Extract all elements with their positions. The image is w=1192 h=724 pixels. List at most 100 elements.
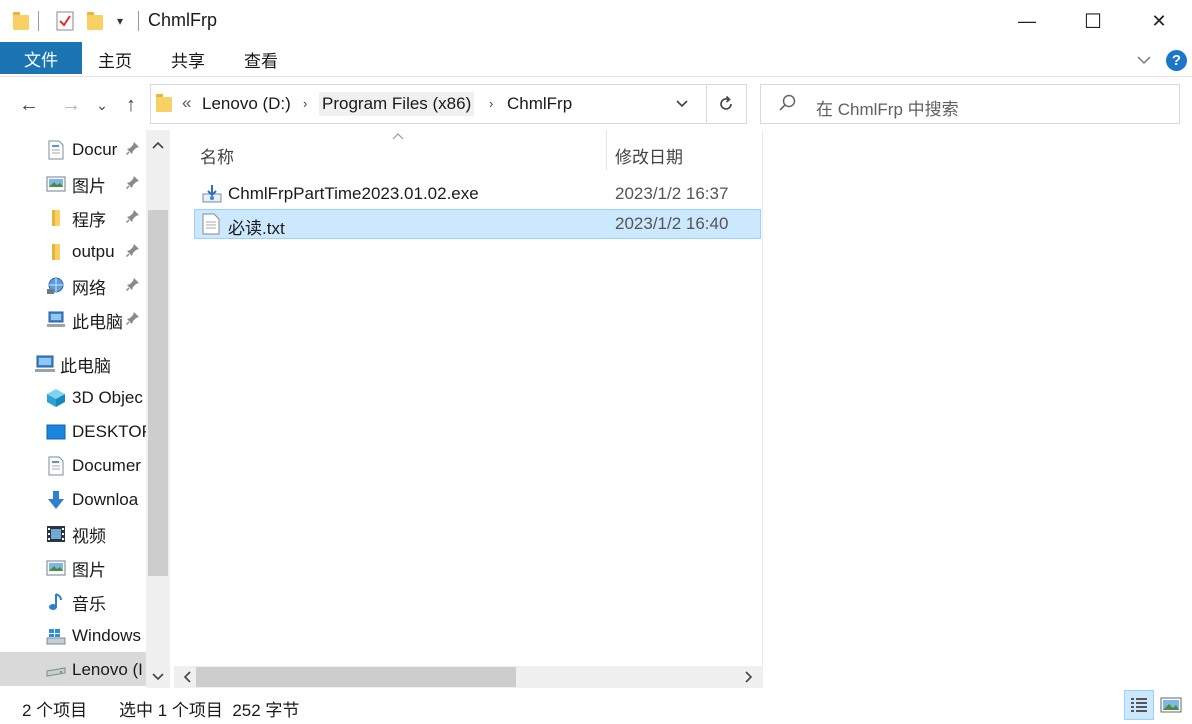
divider: [762, 130, 763, 688]
desktop-icon: [46, 422, 66, 442]
installer-icon: [201, 183, 222, 205]
divider: [38, 11, 39, 31]
pin-icon: [125, 311, 141, 328]
pin-icon: [125, 209, 141, 226]
sidebar-item-label: 音乐: [72, 594, 106, 614]
divider: [706, 84, 707, 124]
status-item-count: 2 个项目: [22, 701, 88, 720]
properties-icon[interactable]: [54, 10, 76, 32]
sidebar-item-label: outpu: [72, 242, 115, 261]
sidebar-item[interactable]: Downloa: [46, 483, 146, 517]
file-date: 2023/1/2 16:40: [615, 214, 729, 233]
up-button[interactable]: ↑: [118, 88, 144, 122]
drive-icon: [46, 660, 66, 680]
breadcrumb-separator[interactable]: ›: [489, 96, 493, 111]
tab-view[interactable]: 查看: [244, 42, 278, 76]
sidebar-item-label: 图片: [72, 560, 106, 580]
download-icon: [46, 490, 66, 510]
refresh-icon[interactable]: [716, 94, 738, 116]
breadcrumb-chmlfrp[interactable]: ChmlFrp: [507, 94, 572, 114]
help-icon[interactable]: ?: [1166, 50, 1187, 71]
3d-objects-icon: [46, 388, 66, 408]
scroll-right-button[interactable]: [738, 666, 760, 688]
sidebar-item[interactable]: Lenovo (I: [46, 653, 146, 687]
details-view-button[interactable]: [1124, 690, 1154, 720]
search-icon: [778, 93, 800, 115]
breadcrumb-overflow[interactable]: «: [182, 93, 191, 113]
scroll-left-button[interactable]: [176, 666, 198, 688]
breadcrumb-program-files[interactable]: Program Files (x86): [319, 92, 475, 116]
sidebar-item[interactable]: 图片: [46, 551, 146, 585]
sidebar-item-label: DESKTOP: [72, 422, 146, 441]
back-button[interactable]: ←: [14, 88, 44, 122]
sidebar-item[interactable]: 3D Objec: [46, 381, 146, 415]
pin-icon: [125, 141, 141, 158]
new-folder-icon[interactable]: [86, 10, 104, 32]
minimize-button[interactable]: —: [994, 0, 1060, 42]
windows-drive-icon: [46, 626, 66, 646]
expand-ribbon-icon[interactable]: [1136, 52, 1152, 68]
tab-file[interactable]: 文件: [0, 42, 82, 74]
pin-icon: [125, 243, 141, 260]
sidebar-item[interactable]: 视频: [46, 517, 146, 551]
sidebar-item-label: Lenovo (I: [72, 660, 143, 679]
close-button[interactable]: ✕: [1126, 0, 1192, 42]
column-header-name[interactable]: 名称: [200, 143, 234, 168]
picture-icon: [46, 558, 66, 578]
customize-toolbar-icon[interactable]: ▾: [112, 10, 128, 32]
address-dropdown-icon[interactable]: [674, 96, 692, 114]
divider: [138, 11, 139, 31]
file-name[interactable]: 必读.txt: [228, 214, 285, 239]
maximize-button[interactable]: ☐: [1060, 0, 1126, 42]
pin-icon: [125, 277, 141, 294]
video-icon: [46, 524, 66, 544]
sidebar-item-label: 程序: [72, 210, 106, 230]
sidebar-scroll-thumb[interactable]: [148, 210, 168, 576]
sidebar-item-this-pc[interactable]: 此电脑: [34, 347, 111, 381]
status-selection: 选中 1 个项目 252 字节: [119, 701, 300, 720]
sidebar-item-label: Windows: [72, 626, 141, 645]
picture-icon: [46, 174, 66, 194]
folder-icon: [46, 208, 66, 228]
tab-home[interactable]: 主页: [98, 42, 132, 76]
document-icon: [46, 140, 66, 160]
scroll-up-button[interactable]: [146, 132, 170, 158]
sidebar-item-label: 网络: [72, 278, 106, 298]
sidebar-item[interactable]: 音乐: [46, 585, 146, 619]
large-icons-view-button[interactable]: [1156, 690, 1186, 720]
window-title: ChmlFrp: [148, 10, 218, 30]
network-icon: [46, 276, 66, 296]
sidebar-item[interactable]: Windows: [46, 619, 146, 653]
sidebar-item-label: 3D Objec: [72, 388, 143, 407]
sidebar-item-label: 此电脑: [60, 356, 111, 376]
column-divider[interactable]: [606, 130, 607, 170]
column-header-date[interactable]: 修改日期: [615, 143, 683, 168]
recent-locations-button[interactable]: ⌄: [92, 88, 112, 122]
scroll-down-button[interactable]: [146, 664, 170, 690]
text-file-icon: [202, 213, 222, 235]
sidebar-item-label: 视频: [72, 526, 106, 546]
file-name[interactable]: ChmlFrpPartTime2023.01.02.exe: [228, 184, 479, 204]
sidebar-item-label: Docur: [72, 140, 118, 159]
tab-share[interactable]: 共享: [171, 42, 205, 76]
breadcrumb-separator[interactable]: ›: [303, 96, 307, 111]
sidebar-item[interactable]: DESKTOP: [46, 415, 146, 449]
breadcrumb-drive[interactable]: Lenovo (D:): [202, 94, 291, 114]
music-icon: [46, 592, 66, 612]
search-placeholder: 在 ChmlFrp 中搜索: [816, 100, 959, 119]
sidebar-item[interactable]: Documer: [46, 449, 146, 483]
computer-icon: [34, 354, 56, 374]
forward-button[interactable]: →: [56, 88, 86, 122]
folder-icon: [46, 242, 66, 262]
document-icon: [46, 456, 66, 476]
sort-ascending-icon: [392, 128, 404, 143]
sidebar-item-label: Downloa: [72, 490, 139, 509]
folder-icon: [156, 94, 172, 112]
sidebar-item-label: 图片: [72, 176, 106, 196]
computer-icon: [46, 310, 66, 330]
sidebar-item-label: Documer: [72, 456, 141, 475]
folder-icon: [12, 10, 30, 32]
file-date: 2023/1/2 16:37: [615, 184, 729, 203]
file-list-scroll-thumb[interactable]: [196, 667, 516, 687]
sidebar-item-label: 此电脑: [72, 312, 123, 332]
